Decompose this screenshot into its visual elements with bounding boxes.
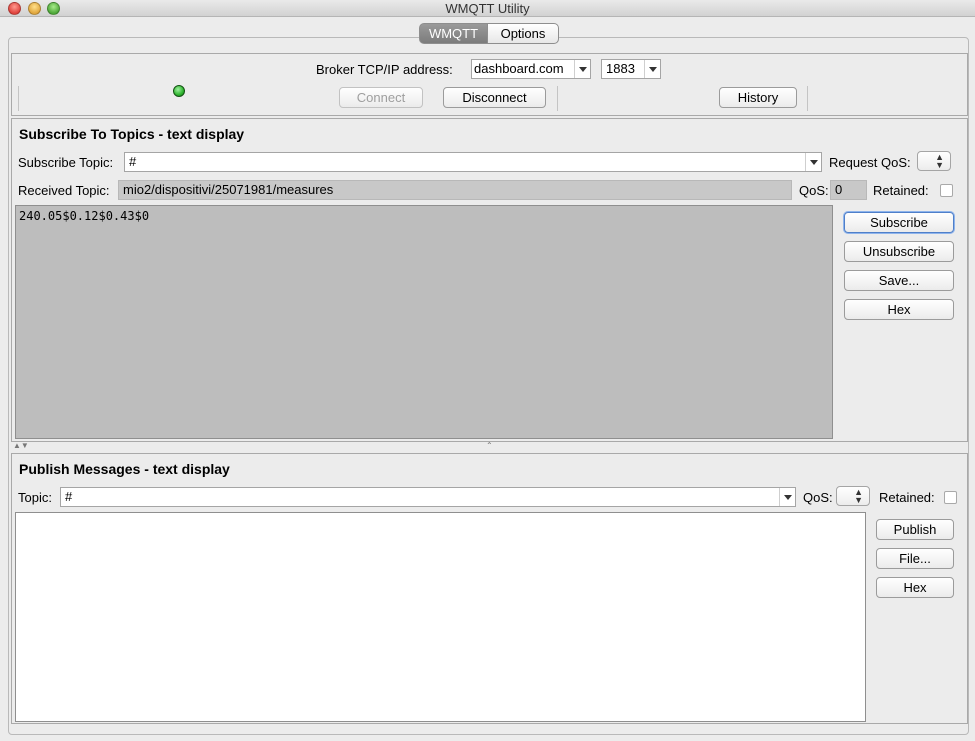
received-topic-label: Received Topic: [18,183,110,198]
publish-message-area[interactable] [15,512,866,722]
received-qos-label: QoS: [799,183,829,198]
received-qos-field: 0 [830,180,867,200]
split-pane-divider[interactable]: ▲▼ ⌃ [11,441,968,452]
publish-qos-label: QoS: [803,490,833,505]
port-value: 1883 [606,61,635,76]
drag-handle-icon[interactable]: ⌃ [486,441,493,450]
publish-topic-label: Topic: [18,490,52,505]
publish-button[interactable]: Publish [876,519,954,540]
subscribe-topic-value: # [129,154,137,169]
publish-hex-button[interactable]: Hex [876,577,954,598]
publish-topic-combobox[interactable]: # [60,487,796,507]
subscribe-section-title: Subscribe To Topics - text display [19,126,245,142]
port-combobox[interactable]: 1883 [601,59,661,79]
publish-retained-checkbox[interactable] [944,491,957,504]
chevron-down-icon[interactable] [805,153,821,171]
broker-address-label: Broker TCP/IP address: [316,62,453,77]
divider [557,86,558,111]
received-retained-checkbox [940,184,953,197]
disconnect-button[interactable]: Disconnect [443,87,546,108]
request-qos-label: Request QoS: [829,155,911,170]
divider [807,86,808,111]
subscribe-hex-button[interactable]: Hex [844,299,954,320]
chevron-down-icon[interactable] [644,60,660,78]
history-button[interactable]: History [719,87,797,108]
publish-section-title: Publish Messages - text display [19,461,230,477]
connection-status-led-icon [173,85,185,97]
received-message-area[interactable]: 240.05$0.12$0.43$0 [15,205,833,439]
broker-address-value: dashboard.com [474,61,564,76]
tab-wmqtt[interactable]: WMQTT [419,23,488,44]
broker-address-combobox[interactable]: dashboard.com [471,59,591,79]
divider [18,86,19,111]
chevron-down-icon[interactable] [574,60,590,78]
received-topic-field: mio2/dispositivi/25071981/measures [118,180,792,200]
chevron-down-icon[interactable] [779,488,795,506]
request-qos-stepper[interactable]: ▲ ▼ [917,151,951,171]
connect-button[interactable]: Connect [339,87,423,108]
unsubscribe-button[interactable]: Unsubscribe [844,241,954,262]
collapse-arrows-icon[interactable]: ▲▼ [13,441,29,450]
save-button[interactable]: Save... [844,270,954,291]
subscribe-button[interactable]: Subscribe [844,212,954,233]
tab-options[interactable]: Options [487,23,559,44]
subscribe-topic-combobox[interactable]: # [124,152,822,172]
window-title: WMQTT Utility [445,1,530,16]
publish-retained-label: Retained: [879,490,935,505]
received-retained-label: Retained: [873,183,929,198]
publish-topic-value: # [65,489,73,504]
subscribe-topic-label: Subscribe Topic: [18,155,114,170]
publish-qos-stepper[interactable]: ▲ ▼ [836,486,870,506]
file-button[interactable]: File... [876,548,954,569]
